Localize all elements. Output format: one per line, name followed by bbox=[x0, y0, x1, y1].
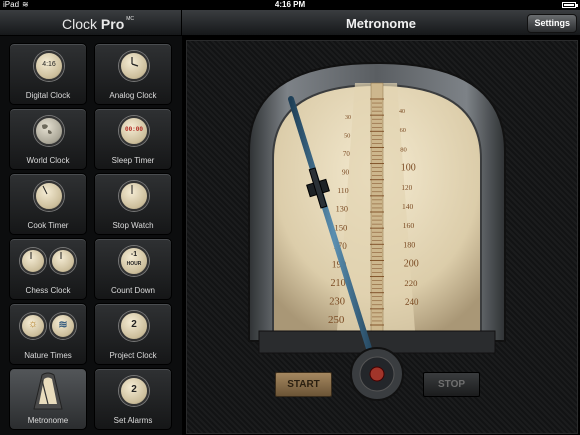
scale-label-right: 240 bbox=[405, 297, 419, 307]
metronome-icon-shape bbox=[33, 372, 63, 410]
sidebar-item-label: Digital Clock bbox=[25, 91, 71, 100]
sleep-timer-icon: 00:00 bbox=[119, 116, 149, 146]
sidebar-item-label: Set Alarms bbox=[113, 416, 153, 425]
sidebar-item-nature-times[interactable]: ☼ ≋ Nature Times bbox=[9, 303, 87, 365]
stopwatch-hand bbox=[131, 185, 133, 194]
sidebar-item-label: Metronome bbox=[27, 416, 69, 425]
scale-label-left: 90 bbox=[342, 168, 350, 177]
sidebar-item-chess-clock[interactable]: Chess Clock bbox=[9, 238, 87, 300]
stopwatch-icon bbox=[119, 181, 149, 211]
sidebar-item-label: Stop Watch bbox=[112, 221, 154, 230]
sidebar-item-sleep-timer[interactable]: 00:00 Sleep Timer bbox=[94, 108, 172, 170]
sidebar-item-label: Count Down bbox=[110, 286, 156, 295]
sleep-timer-face: 00:00 bbox=[124, 126, 143, 133]
scale-label-right: 100 bbox=[401, 163, 416, 174]
metronome-body: 3050709011013015017019021023025040608010… bbox=[248, 61, 506, 401]
chess-clock-right-dial bbox=[50, 248, 76, 274]
sidebar-item-label: Chess Clock bbox=[25, 286, 71, 295]
scale-label-left: 70 bbox=[343, 151, 350, 158]
sidebar-item-world-clock[interactable]: World Clock bbox=[9, 108, 87, 170]
settings-button[interactable]: Settings bbox=[527, 14, 577, 33]
sidebar-item-label: World Clock bbox=[26, 156, 70, 165]
scale-label-left: 110 bbox=[337, 186, 349, 195]
scale-label-left: 150 bbox=[334, 222, 348, 232]
sidebar-item-set-alarms[interactable]: 2 Set Alarms bbox=[94, 368, 172, 430]
scale-label-left: 210 bbox=[331, 278, 346, 289]
battery-icon bbox=[562, 2, 578, 8]
scale-label-right: 160 bbox=[403, 221, 415, 230]
app-title-mark: MC bbox=[126, 16, 135, 22]
alarm-icon: 2 bbox=[119, 376, 149, 406]
scale-label-right: 120 bbox=[401, 184, 412, 192]
alarm-face: 2 bbox=[131, 384, 137, 395]
project-clock-icon: 2 bbox=[119, 311, 149, 341]
status-time: 4:16 PM bbox=[274, 0, 306, 9]
digital-clock-icon: 4:16 bbox=[34, 51, 64, 81]
sun-icon: ☼ bbox=[20, 313, 46, 339]
sidebar-item-label: Project Clock bbox=[109, 351, 157, 360]
sidebar-item-digital-clock[interactable]: 4:16 Digital Clock bbox=[9, 43, 87, 105]
scale-label-left: 230 bbox=[329, 296, 345, 307]
globe-continents bbox=[42, 124, 52, 134]
status-bar: iPad ≋ 4:16 PM bbox=[0, 0, 580, 10]
scale-label-right: 40 bbox=[399, 109, 405, 115]
stop-button[interactable]: STOP bbox=[423, 372, 480, 397]
sidebar-item-label: Sleep Timer bbox=[111, 156, 155, 165]
scale-label-left: 130 bbox=[336, 205, 348, 214]
sidebar-item-stop-watch[interactable]: Stop Watch bbox=[94, 173, 172, 235]
chess-clock-left-dial bbox=[20, 248, 46, 274]
app-title-suffix: Pro bbox=[100, 16, 125, 32]
scale-label-left: 250 bbox=[328, 314, 345, 326]
chess-clock-right-hand bbox=[60, 252, 62, 259]
sidebar-item-metronome[interactable]: Metronome bbox=[9, 368, 87, 430]
metronome-panel: 3050709011013015017019021023025040608010… bbox=[186, 40, 578, 434]
sidebar: 4:16 Digital Clock Analog Clock World Cl… bbox=[0, 36, 182, 435]
pivot-center bbox=[369, 366, 385, 382]
sidebar-item-label: Cook Timer bbox=[27, 221, 69, 230]
project-clock-face: 2 bbox=[131, 319, 137, 330]
countdown-value: -1 bbox=[130, 251, 138, 258]
app-title: Clock Pro MC bbox=[62, 16, 134, 32]
sidebar-item-analog-clock[interactable]: Analog Clock bbox=[94, 43, 172, 105]
cook-timer-hand bbox=[42, 185, 48, 195]
scale-label-right: 220 bbox=[404, 278, 418, 288]
analog-clock-icon bbox=[119, 51, 149, 81]
scale-label-right: 180 bbox=[403, 240, 415, 249]
countdown-unit: HOUR bbox=[126, 261, 142, 267]
sidebar-item-label: Analog Clock bbox=[109, 91, 157, 100]
app-title-name: Clock bbox=[62, 16, 98, 32]
sidebar-header: Clock Pro MC bbox=[0, 10, 182, 36]
scale-label-left: 50 bbox=[344, 133, 350, 140]
scale-label-right: 60 bbox=[400, 127, 406, 134]
countdown-icon: -1 HOUR bbox=[119, 246, 149, 276]
globe-icon bbox=[34, 116, 64, 146]
sidebar-item-project-clock[interactable]: 2 Project Clock bbox=[94, 303, 172, 365]
sidebar-item-label: Nature Times bbox=[24, 351, 72, 360]
scale-label-right: 200 bbox=[404, 259, 419, 270]
scale-label-right: 140 bbox=[402, 202, 414, 211]
start-button[interactable]: START bbox=[275, 372, 332, 397]
page-title: Metronome bbox=[345, 16, 417, 31]
scale-label-left: 30 bbox=[345, 115, 351, 121]
main-header: Metronome Settings bbox=[182, 10, 580, 36]
digital-clock-face: 4:16 bbox=[42, 61, 56, 68]
sidebar-item-count-down[interactable]: -1 HOUR Count Down bbox=[94, 238, 172, 300]
chess-clock-left-hand bbox=[30, 252, 32, 259]
sidebar-item-cook-timer[interactable]: Cook Timer bbox=[9, 173, 87, 235]
water-icon: ≋ bbox=[50, 313, 76, 339]
scale-label-right: 80 bbox=[400, 146, 407, 153]
analog-clock-hands bbox=[131, 57, 139, 67]
cook-timer-icon bbox=[34, 181, 64, 211]
